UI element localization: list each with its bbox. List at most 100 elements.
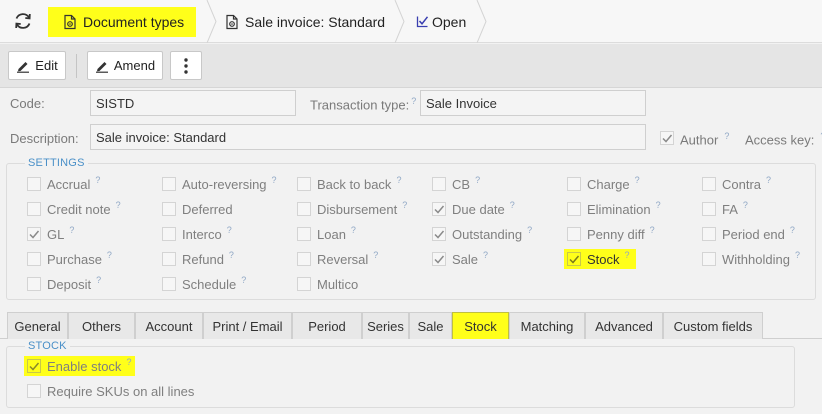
settings-option-interco[interactable]: Interco? (162, 224, 232, 244)
tab-print-email[interactable]: Print / Email (203, 312, 292, 339)
sale-checkbox[interactable] (432, 252, 446, 266)
edit-button[interactable]: Edit (8, 51, 66, 80)
auto-reversing-checkbox[interactable] (162, 177, 176, 191)
description-field[interactable]: Sale invoice: Standard (90, 124, 646, 150)
breadcrumb-label: Sale invoice: Standard (245, 13, 386, 30)
settings-option-reversal[interactable]: Reversal? (297, 249, 378, 269)
purchase-checkbox[interactable] (27, 252, 41, 266)
penny-diff-checkbox[interactable] (567, 227, 581, 241)
back-to-back-checkbox[interactable] (297, 177, 311, 191)
settings-option-period-end[interactable]: Period end? (702, 224, 795, 244)
gear-document-icon (64, 14, 76, 30)
settings-option-cb[interactable]: CB? (432, 174, 480, 194)
tab-general[interactable]: General (7, 312, 68, 339)
settings-option-label: Purchase (47, 251, 102, 267)
settings-option-schedule[interactable]: Schedule? (162, 274, 246, 294)
breadcrumb-open[interactable]: Open (416, 0, 466, 43)
settings-option-back-to-back[interactable]: Back to back? (297, 174, 401, 194)
stock-legend: STOCK (25, 340, 70, 352)
settings-option-fa[interactable]: FA? (702, 199, 748, 219)
settings-option-contra[interactable]: Contra? (702, 174, 771, 194)
breadcrumb-document-types[interactable]: Document types (48, 7, 197, 37)
settings-option-label: Stock (587, 251, 620, 267)
settings-option-charge[interactable]: Charge? (567, 174, 640, 194)
breadcrumb-label: Open (432, 13, 467, 30)
withholding-checkbox[interactable] (702, 252, 716, 266)
settings-option-label: GL (47, 226, 65, 242)
tab-sale[interactable]: Sale (409, 312, 452, 339)
settings-option-due-date[interactable]: Due date? (432, 199, 515, 219)
settings-option-deposit[interactable]: Deposit? (27, 274, 101, 294)
settings-option-credit-note[interactable]: Credit note? (27, 199, 121, 219)
enable-stock-checkbox[interactable] (27, 359, 41, 373)
outstanding-checkbox[interactable] (432, 227, 446, 241)
tab-custom-fields[interactable]: Custom fields (663, 312, 763, 339)
breadcrumb-separator (206, 0, 217, 43)
author-checkbox[interactable] (660, 131, 674, 145)
transaction-type-field[interactable]: Sale Invoice (420, 90, 646, 116)
require-skus-checkbox[interactable] (27, 384, 41, 398)
settings-option-stock[interactable]: Stock? (564, 249, 636, 269)
settings-option-disbursement[interactable]: Disbursement? (297, 199, 407, 219)
due-date-checkbox[interactable] (432, 202, 446, 216)
interco-checkbox[interactable] (162, 227, 176, 241)
checkmark-icon (569, 255, 580, 264)
settings-option-outstanding[interactable]: Outstanding? (432, 224, 532, 244)
settings-option-loan[interactable]: Loan? (297, 224, 356, 244)
settings-option-purchase[interactable]: Purchase? (27, 249, 112, 269)
deposit-checkbox[interactable] (27, 277, 41, 291)
settings-option-multico[interactable]: Multico (297, 274, 358, 294)
settings-option-accrual[interactable]: Accrual? (27, 174, 100, 194)
credit-note-checkbox[interactable] (27, 202, 41, 216)
settings-option-penny-diff[interactable]: Penny diff? (567, 224, 655, 244)
cb-checkbox[interactable] (432, 177, 446, 191)
enable-stock-label: Enable stock (47, 358, 122, 374)
fa-checkbox[interactable] (702, 202, 716, 216)
elimination-checkbox[interactable] (567, 202, 581, 216)
checkmark-icon (434, 205, 445, 214)
refresh-icon[interactable] (12, 10, 34, 32)
gl-checkbox[interactable] (27, 227, 41, 241)
settings-option-deferred[interactable]: Deferred (162, 199, 233, 219)
breadcrumb-sale-invoice[interactable]: Sale invoice: Standard (224, 0, 385, 43)
stock-checkbox[interactable] (567, 252, 581, 266)
settings-option-withholding[interactable]: Withholding? (702, 249, 800, 269)
reversal-checkbox[interactable] (297, 252, 311, 266)
transaction-type-label: Transaction type:? (310, 96, 417, 113)
tab-period[interactable]: Period (292, 312, 362, 339)
disbursement-checkbox[interactable] (297, 202, 311, 216)
settings-option-label: Disbursement (317, 201, 398, 217)
require-skus-option[interactable]: Require SKUs on all lines (27, 381, 194, 401)
description-label: Description: (10, 131, 79, 146)
enable-stock-option[interactable]: Enable stock ? (24, 356, 136, 376)
multico-checkbox[interactable] (297, 277, 311, 291)
pencil-icon (17, 61, 30, 73)
settings-option-auto-reversing[interactable]: Auto-reversing? (162, 174, 277, 194)
tab-account[interactable]: Account (135, 312, 203, 339)
settings-option-refund[interactable]: Refund? (162, 249, 234, 269)
tab-others[interactable]: Others (68, 312, 135, 339)
edit-button-label: Edit (35, 58, 58, 73)
amend-button[interactable]: Amend (87, 51, 163, 80)
schedule-checkbox[interactable] (162, 277, 176, 291)
settings-option-gl[interactable]: GL? (27, 224, 74, 244)
refund-checkbox[interactable] (162, 252, 176, 266)
charge-checkbox[interactable] (567, 177, 581, 191)
settings-option-sale[interactable]: Sale? (432, 249, 488, 269)
code-field[interactable]: SISTD (90, 90, 296, 116)
settings-option-label: Loan (317, 226, 346, 242)
more-options-button[interactable] (170, 51, 202, 80)
settings-option-elimination[interactable]: Elimination? (567, 199, 661, 219)
deferred-checkbox[interactable] (162, 202, 176, 216)
period-end-checkbox[interactable] (702, 227, 716, 241)
settings-option-label: Refund (182, 251, 224, 267)
contra-checkbox[interactable] (702, 177, 716, 191)
tab-stock[interactable]: Stock (452, 312, 509, 339)
tab-matching[interactable]: Matching (509, 312, 585, 339)
accrual-checkbox[interactable] (27, 177, 41, 191)
require-skus-label: Require SKUs on all lines (47, 383, 195, 399)
breadcrumb-bar: Document types Sale invoice: Standard Op… (0, 0, 822, 43)
loan-checkbox[interactable] (297, 227, 311, 241)
tab-advanced[interactable]: Advanced (585, 312, 663, 339)
tab-series[interactable]: Series (362, 312, 409, 339)
